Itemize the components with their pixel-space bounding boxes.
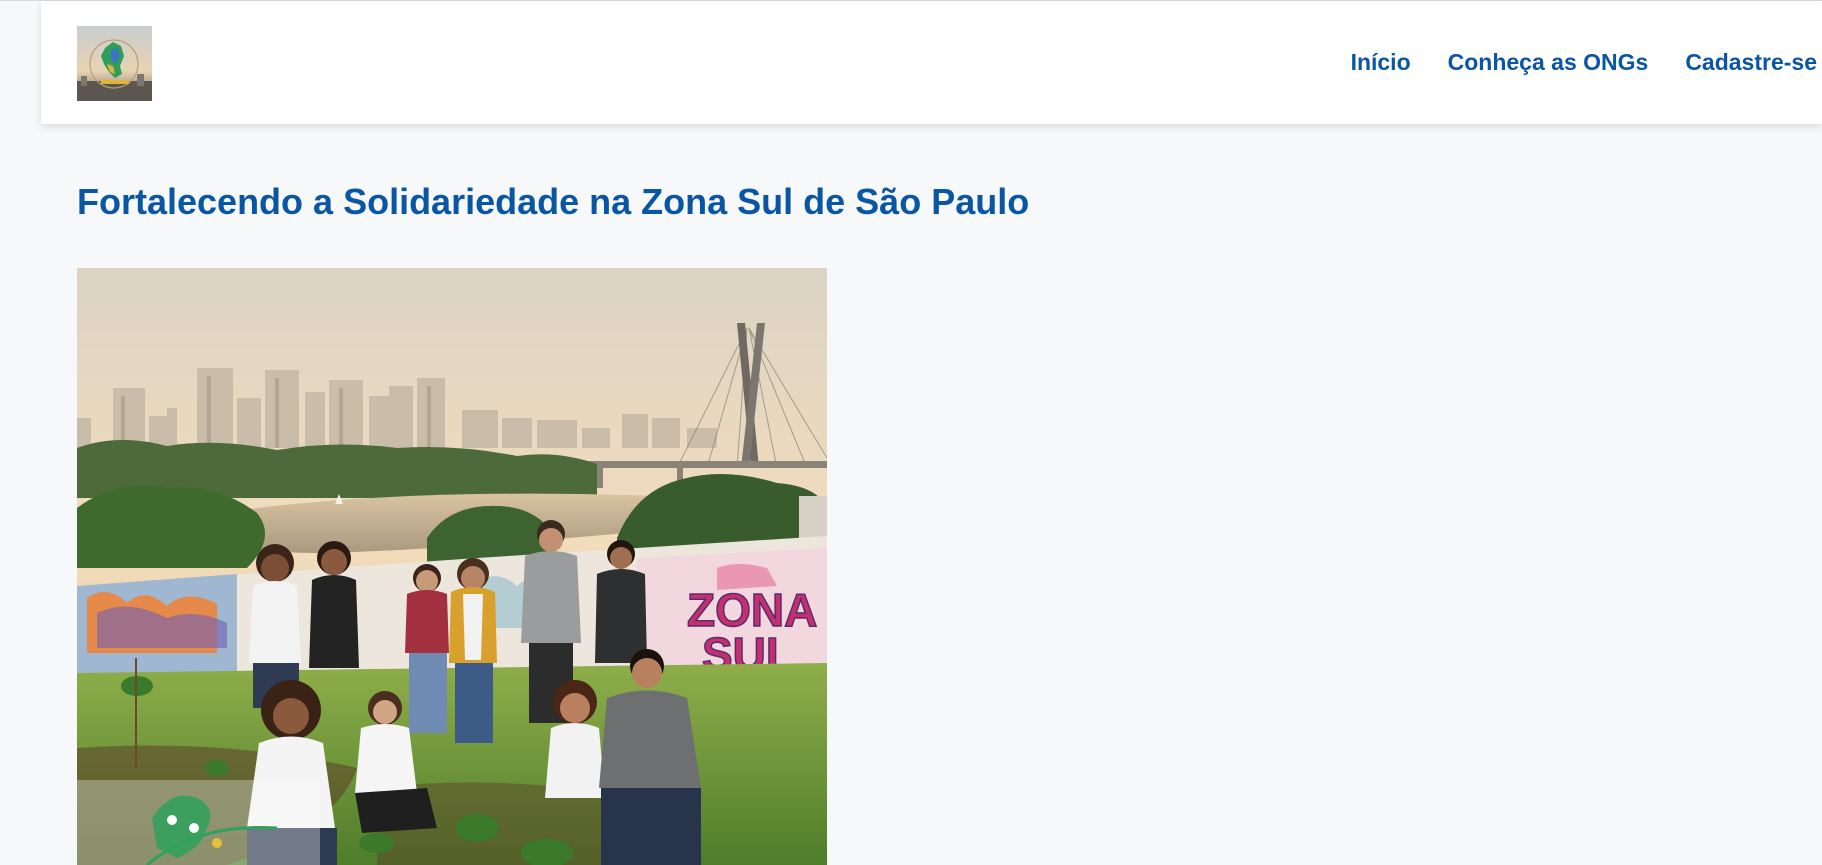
site-header: Início Conheça as ONGs Cadastre-se: [41, 1, 1822, 124]
hero-image: ZONA SUL: [77, 268, 827, 865]
nav-link-cadastre-se[interactable]: Cadastre-se: [1685, 49, 1817, 76]
volunteers-community-garden-photo: ZONA SUL: [77, 268, 827, 865]
main-nav: Início Conheça as ONGs Cadastre-se: [1314, 1, 1822, 124]
nav-link-conheca-ongs[interactable]: Conheça as ONGs: [1448, 49, 1649, 76]
page-title: Fortalecendo a Solidariedade na Zona Sul…: [77, 181, 1030, 222]
nav-link-inicio[interactable]: Início: [1351, 49, 1411, 76]
sao-paulo-map-logo-icon: [77, 26, 152, 101]
logo[interactable]: [77, 26, 152, 101]
